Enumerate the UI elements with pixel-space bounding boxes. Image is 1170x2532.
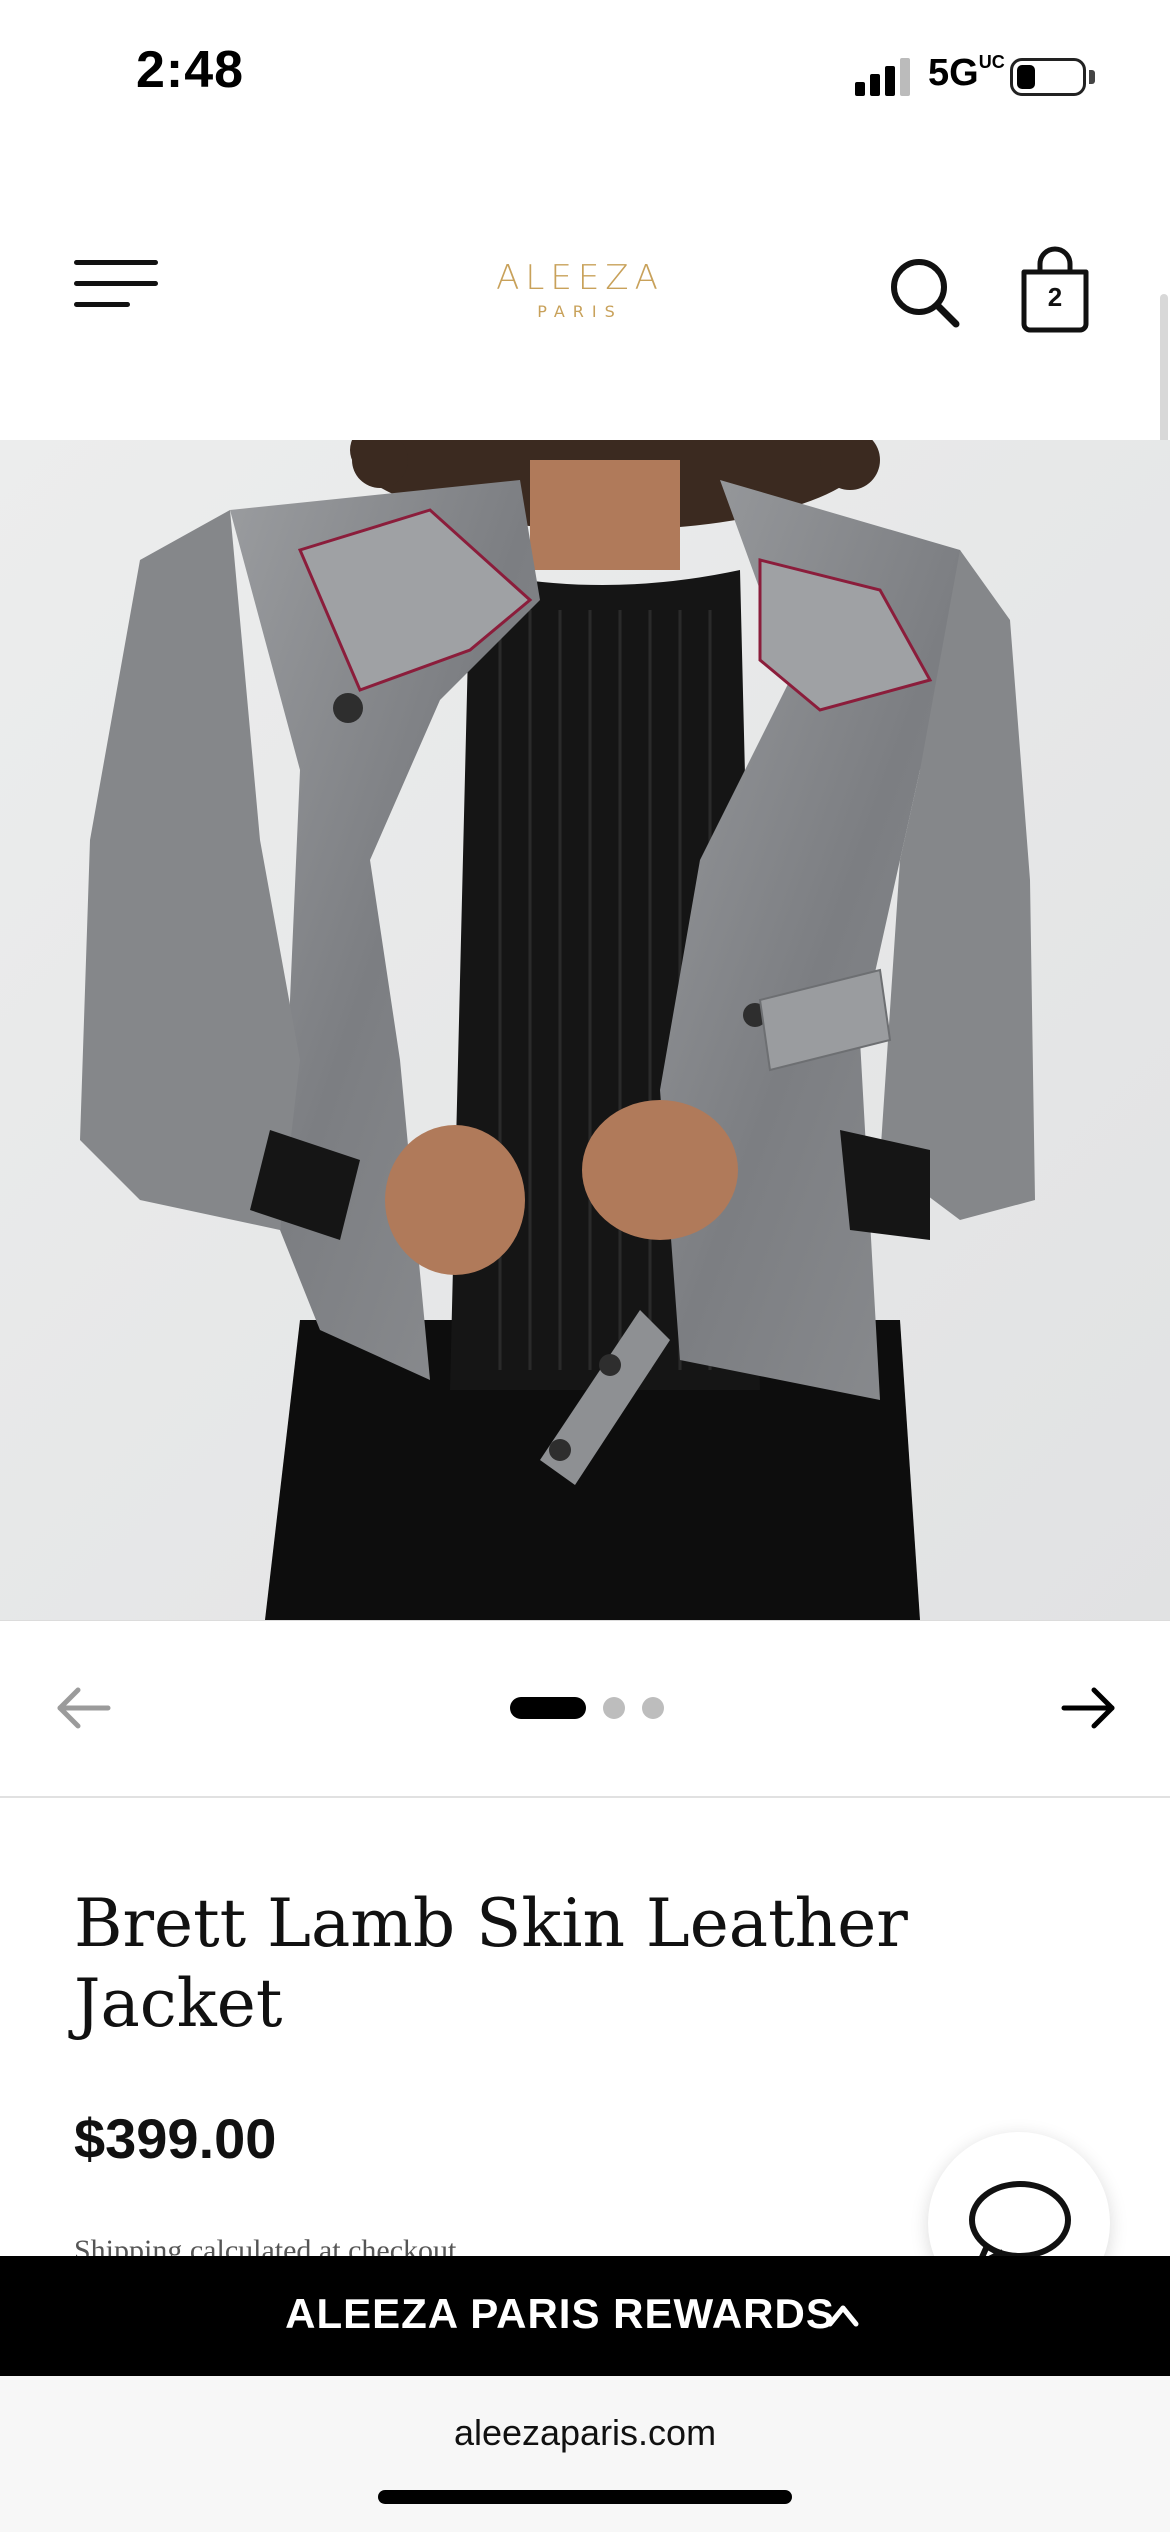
carousel-dot[interactable] [642, 1697, 664, 1719]
rewards-label[interactable]: ALEEZA PARIS REWARDS [0, 2290, 1120, 2338]
cart-count-badge: 2 [1047, 282, 1063, 312]
brand-logo[interactable]: ALEEZA [470, 258, 690, 298]
search-icon[interactable] [888, 256, 960, 328]
arrow-right-icon[interactable] [1060, 1686, 1116, 1730]
url-text[interactable]: aleezaparis.com [0, 2412, 1170, 2454]
network-superscript: UC [978, 52, 1005, 72]
menu-icon[interactable] [74, 258, 158, 310]
product-price: $399.00 [74, 2107, 277, 2170]
jacket-illustration [0, 440, 1170, 1620]
battery-nub [1089, 70, 1095, 84]
brand-logo-sub: PARIS [537, 302, 623, 321]
status-time: 2:48 [136, 41, 245, 99]
network-label: 5G [928, 52, 979, 94]
network-indicator: 5GUC [928, 52, 1005, 95]
chevron-up-icon[interactable] [826, 2300, 860, 2330]
product-title: Brett Lamb Skin Leather Jacket [74, 1885, 908, 2042]
signal-strength-icon [855, 58, 910, 96]
product-image[interactable] [0, 440, 1170, 1621]
arrow-left-icon[interactable] [56, 1686, 112, 1730]
battery-icon [1010, 58, 1086, 96]
chat-bubble-icon[interactable] [965, 2178, 1075, 2268]
browser-url-bar[interactable] [0, 2376, 1170, 2532]
carousel-dot-active[interactable] [510, 1697, 586, 1719]
home-indicator[interactable] [378, 2490, 792, 2504]
carousel-dot[interactable] [603, 1697, 625, 1719]
